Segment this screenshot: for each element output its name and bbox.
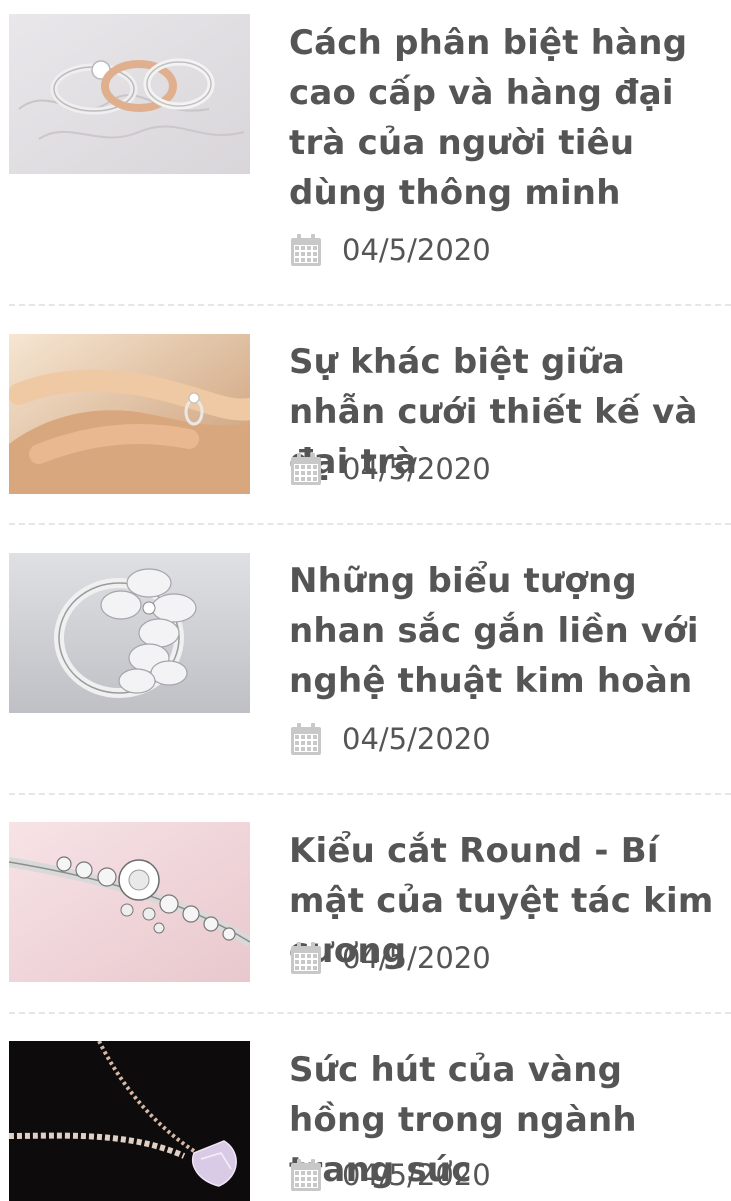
- post-meta: 04/5/2020: [290, 1158, 491, 1192]
- post-title[interactable]: Cách phân biệt hàng cao cấp và hàng đại …: [289, 18, 721, 218]
- post-date: 04/5/2020: [342, 452, 491, 486]
- post-thumbnail[interactable]: [9, 334, 250, 494]
- calendar-icon: [291, 942, 321, 974]
- divider: [9, 1012, 731, 1014]
- calendar-icon: [291, 723, 321, 755]
- post-meta: 04/5/2020: [290, 941, 491, 975]
- necklace-image: [9, 1041, 250, 1201]
- post-date: 04/5/2020: [342, 941, 491, 975]
- post-date: 04/5/2020: [342, 233, 491, 267]
- flower-ring-image: [9, 553, 250, 713]
- post-meta: 04/5/2020: [290, 722, 491, 756]
- hands-ring-image: [9, 334, 250, 494]
- divider: [9, 793, 731, 795]
- round-diamond-image: [9, 822, 250, 982]
- rings-image: [9, 14, 250, 174]
- post-thumbnail[interactable]: [9, 1041, 250, 1201]
- post-date: 04/5/2020: [342, 722, 491, 756]
- divider: [9, 304, 731, 306]
- calendar-icon: [291, 1159, 321, 1191]
- post-meta: 04/5/2020: [290, 233, 491, 267]
- post-meta: 04/5/2020: [290, 452, 491, 486]
- post-title[interactable]: Những biểu tượng nhan sắc gắn liền với n…: [289, 556, 721, 706]
- post-thumbnail[interactable]: [9, 553, 250, 713]
- post-date: 04/5/2020: [342, 1158, 491, 1192]
- calendar-icon: [291, 234, 321, 266]
- divider: [9, 523, 731, 525]
- calendar-icon: [291, 453, 321, 485]
- post-thumbnail[interactable]: [9, 14, 250, 174]
- post-thumbnail[interactable]: [9, 822, 250, 982]
